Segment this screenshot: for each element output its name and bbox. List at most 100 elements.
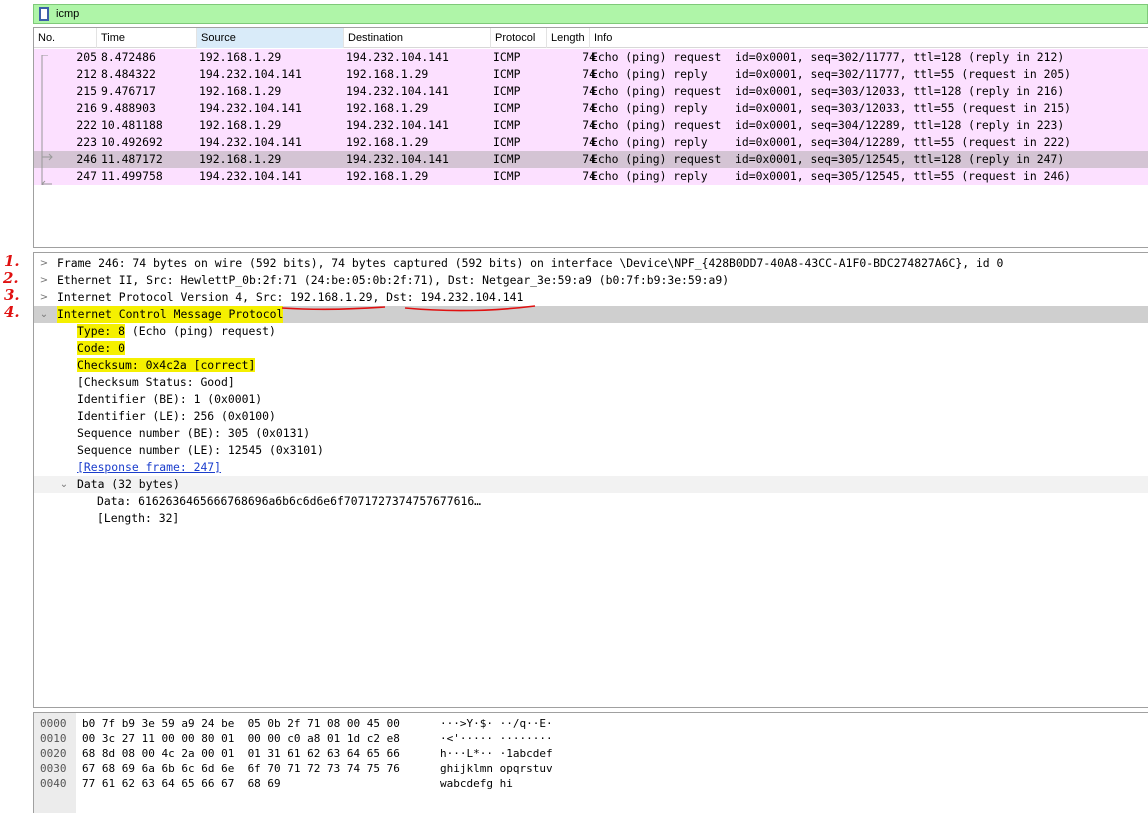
column-header-source[interactable]: Source [197, 28, 344, 48]
cell-src: 194.232.104.141 [199, 101, 302, 115]
hex-off: 0000 [40, 717, 67, 730]
packet-row[interactable]: 223 10.492692 194.232.104.141 192.168.1.29 I… [34, 134, 1148, 151]
expand-icon[interactable]: > [38, 255, 50, 272]
field-data-length[interactable]: [Length: 32] [97, 510, 179, 527]
hex-off: 0030 [40, 762, 67, 775]
cell-info: Echo (ping) reply id=0x0001, seq=303/120… [591, 101, 1072, 115]
packet-row[interactable]: 215 9.476717 192.168.1.29 194.232.104.141 IC… [34, 83, 1148, 100]
packet-row[interactable]: 216 9.488903 194.232.104.141 192.168.1.29 IC… [34, 100, 1148, 117]
hex-ascii: wabcdefg hi [440, 777, 513, 790]
conversation-bracket-icon [41, 55, 53, 185]
cell-src: 194.232.104.141 [199, 135, 302, 149]
hex-bytes: 00 3c 27 11 00 00 80 01 00 00 c0 a8 01 1… [82, 732, 400, 745]
annotation-number: 3. [4, 286, 20, 304]
cell-src: 192.168.1.29 [199, 50, 282, 64]
field-type[interactable]: Type: 8 (Echo (ping) request) [77, 323, 276, 340]
cell-len: 74 [582, 135, 596, 149]
cell-dst: 192.168.1.29 [346, 101, 429, 115]
cell-proto: ICMP [493, 135, 521, 149]
cell-len: 74 [582, 169, 596, 183]
cell-info: Echo (ping) reply id=0x0001, seq=304/122… [591, 135, 1072, 149]
cell-proto: ICMP [493, 101, 521, 115]
packet-row[interactable]: 222 10.481188 192.168.1.29 194.232.104.141 I… [34, 117, 1148, 134]
cell-info: Echo (ping) request id=0x0001, seq=302/1… [591, 50, 1065, 64]
field-data[interactable]: Data: 6162636465666768696a6b6c6d6e6f7071… [97, 493, 481, 510]
packet-details-pane[interactable]: > Frame 246: 74 bytes on wire (592 bits)… [33, 252, 1148, 708]
field-checksum-status[interactable]: [Checksum Status: Good] [77, 374, 235, 391]
field-identifier-be[interactable]: Identifier (BE): 1 (0x0001) [77, 391, 262, 408]
cell-info: Echo (ping) request id=0x0001, seq=303/1… [591, 84, 1065, 98]
collapse-icon[interactable]: ⌄ [58, 476, 70, 493]
cell-time: 10.481188 [101, 118, 163, 132]
packet-bytes-pane[interactable]: 0000 b0 7f b9 3e 59 a9 24 be 05 0b 2f 71 … [33, 712, 1148, 813]
cell-time: 9.488903 [101, 101, 156, 115]
tree-data[interactable]: ⌄ Data (32 bytes) [34, 476, 1148, 493]
hex-ascii: ghijklmn opqrstuv [440, 762, 553, 775]
cell-len: 74 [582, 101, 596, 115]
tree-icmp[interactable]: ⌄ Internet Control Message Protocol [34, 306, 1148, 323]
column-header-length[interactable]: Length [547, 28, 590, 48]
cell-proto: ICMP [493, 67, 521, 81]
cell-len: 74 [582, 67, 596, 81]
field-sequence-le[interactable]: Sequence number (LE): 12545 (0x3101) [77, 442, 324, 459]
cell-proto: ICMP [493, 50, 521, 64]
hex-bytes: 67 68 69 6a 6b 6c 6d 6e 6f 70 71 72 73 7… [82, 762, 400, 775]
packet-row[interactable]: 246 11.487172 192.168.1.29 194.232.104.141 I… [34, 151, 1148, 168]
red-underline-annotation [281, 305, 536, 312]
hex-off: 0020 [40, 747, 67, 760]
collapse-icon[interactable]: ⌄ [38, 306, 50, 323]
cell-src: 194.232.104.141 [199, 169, 302, 183]
expand-icon[interactable]: > [38, 289, 50, 306]
cell-src: 192.168.1.29 [199, 118, 282, 132]
cell-info: Echo (ping) request id=0x0001, seq=305/1… [591, 152, 1065, 166]
hex-bytes: 68 8d 08 00 4c 2a 00 01 01 31 61 62 63 6… [82, 747, 400, 760]
field-checksum[interactable]: Checksum: 0x4c2a [correct] [77, 357, 256, 374]
cell-info: Echo (ping) request id=0x0001, seq=304/1… [591, 118, 1065, 132]
hex-line[interactable]: 0010 00 3c 27 11 00 00 80 01 00 00 c0 a8 … [34, 731, 1148, 746]
hex-line[interactable]: 0000 b0 7f b9 3e 59 a9 24 be 05 0b 2f 71 … [34, 716, 1148, 731]
cell-proto: ICMP [493, 152, 521, 166]
cell-proto: ICMP [493, 169, 521, 183]
cell-info: Echo (ping) reply id=0x0001, seq=302/117… [591, 67, 1072, 81]
column-header-time[interactable]: Time [97, 28, 197, 48]
cell-time: 9.476717 [101, 84, 156, 98]
hex-ascii: ·<'····· ········ [440, 732, 553, 745]
cell-dst: 194.232.104.141 [346, 152, 449, 166]
column-header-destination[interactable]: Destination [344, 28, 491, 48]
tree-ethernet[interactable]: > Ethernet II, Src: HewlettP_0b:2f:71 (2… [34, 272, 1148, 289]
annotation-number: 4. [4, 303, 20, 321]
packet-list-header: No. Time Source Destination Protocol Len… [34, 28, 1148, 48]
column-header-info[interactable]: Info [590, 28, 1148, 48]
cell-time: 10.492692 [101, 135, 163, 149]
hex-line[interactable]: 0020 68 8d 08 00 4c 2a 00 01 01 31 61 62 … [34, 746, 1148, 761]
column-header-protocol[interactable]: Protocol [491, 28, 547, 48]
bookmark-icon[interactable] [39, 7, 49, 21]
cell-dst: 192.168.1.29 [346, 169, 429, 183]
hex-ascii: ···>Y·$· ··/q··E· [440, 717, 553, 730]
cell-time: 11.487172 [101, 152, 163, 166]
packet-row[interactable]: 247 11.499758 194.232.104.141 192.168.1.29 I… [34, 168, 1148, 185]
cell-time: 8.484322 [101, 67, 156, 81]
field-sequence-be[interactable]: Sequence number (BE): 305 (0x0131) [77, 425, 310, 442]
display-filter-bar[interactable]: icmp [33, 4, 1148, 24]
field-identifier-le[interactable]: Identifier (LE): 256 (0x0100) [77, 408, 276, 425]
hex-line[interactable]: 0040 77 61 62 63 64 65 66 67 68 69 wabcdef… [34, 776, 1148, 791]
packet-list[interactable]: No. Time Source Destination Protocol Len… [33, 27, 1148, 248]
response-frame-link[interactable]: [Response frame: 247] [77, 459, 221, 476]
annotation-number: 2. [3, 269, 19, 287]
cell-src: 192.168.1.29 [199, 84, 282, 98]
packet-rows: 205 8.472486 192.168.1.29 194.232.104.141 IC… [34, 49, 1148, 185]
packet-row[interactable]: 212 8.484322 194.232.104.141 192.168.1.29 IC… [34, 66, 1148, 83]
cell-src: 192.168.1.29 [199, 152, 282, 166]
cell-dst: 192.168.1.29 [346, 135, 429, 149]
tree-frame[interactable]: > Frame 246: 74 bytes on wire (592 bits)… [34, 255, 1148, 272]
field-code[interactable]: Code: 0 [77, 340, 126, 357]
cell-len: 74 [582, 152, 596, 166]
hex-line[interactable]: 0030 67 68 69 6a 6b 6c 6d 6e 6f 70 71 72 … [34, 761, 1148, 776]
tree-ipv4[interactable]: > Internet Protocol Version 4, Src: 192.… [34, 289, 1148, 306]
column-header-no[interactable]: No. [34, 28, 97, 48]
packet-row[interactable]: 205 8.472486 192.168.1.29 194.232.104.141 IC… [34, 49, 1148, 66]
display-filter-input[interactable]: icmp [56, 8, 79, 20]
expand-icon[interactable]: > [38, 272, 50, 289]
cell-proto: ICMP [493, 118, 521, 132]
